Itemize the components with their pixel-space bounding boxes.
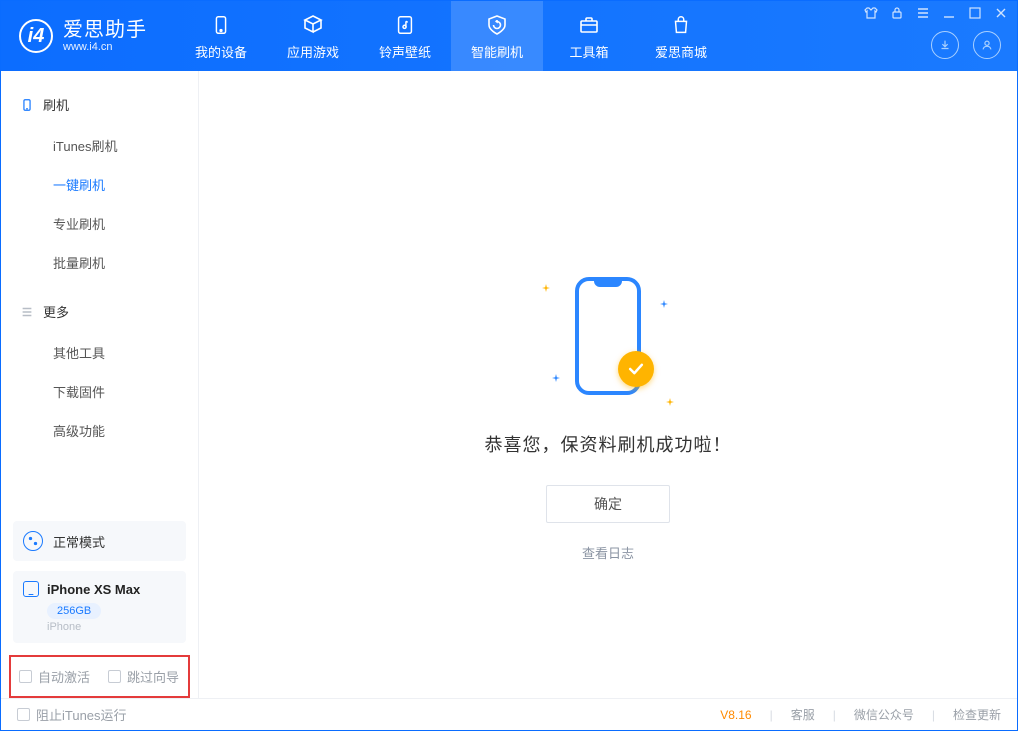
nav-label: 智能刷机	[471, 42, 523, 61]
support-link[interactable]: 客服	[791, 706, 815, 723]
ok-button[interactable]: 确定	[546, 485, 670, 523]
device-panels: 正常模式 iPhone XS Max 256GB iPhone	[1, 521, 198, 651]
checkbox-label: 阻止iTunes运行	[36, 705, 127, 724]
toolbox-icon	[576, 12, 602, 38]
sparkle-icon	[666, 393, 674, 401]
brand-text: 爱思助手 www.i4.cn	[63, 19, 147, 53]
version-label: V8.16	[720, 708, 751, 722]
cube-icon	[300, 12, 326, 38]
nav-toolbox[interactable]: 工具箱	[543, 1, 635, 71]
checkbox-auto-activate[interactable]: 自动激活	[19, 667, 90, 686]
menu-icon[interactable]	[915, 5, 931, 21]
sparkle-icon	[552, 369, 560, 377]
sparkle-icon	[660, 295, 668, 303]
sidebar-list-more: 其他工具 下载固件 高级功能	[1, 327, 198, 464]
check-update-link[interactable]: 检查更新	[953, 706, 1001, 723]
brand-url: www.i4.cn	[63, 41, 147, 53]
sidebar-group-title: 更多	[43, 302, 69, 321]
checkbox-block-itunes[interactable]: 阻止iTunes运行	[17, 705, 127, 724]
success-illustration	[518, 261, 698, 411]
sidebar-item-oneclick-flash[interactable]: 一键刷机	[1, 165, 198, 204]
nav-smart-flash[interactable]: 智能刷机	[451, 1, 543, 71]
view-log-link[interactable]: 查看日志	[582, 543, 634, 562]
nav-apps-games[interactable]: 应用游戏	[267, 1, 359, 71]
checkbox-box-icon	[17, 708, 30, 721]
statusbar: 阻止iTunes运行 V8.16 | 客服 | 微信公众号 | 检查更新	[1, 698, 1017, 730]
sidebar-list-flash: iTunes刷机 一键刷机 专业刷机 批量刷机	[1, 120, 198, 296]
check-badge-icon	[618, 351, 654, 387]
sidebar-group-more[interactable]: 更多	[1, 296, 198, 327]
main-content: 恭喜您，保资料刷机成功啦！ 确定 查看日志	[199, 71, 1017, 698]
sidebar-item-download-firmware[interactable]: 下载固件	[1, 372, 198, 411]
checkbox-box-icon	[108, 670, 121, 683]
sidebar-item-pro-flash[interactable]: 专业刷机	[1, 204, 198, 243]
wechat-link[interactable]: 微信公众号	[854, 706, 914, 723]
refresh-shield-icon	[484, 12, 510, 38]
divider: |	[833, 708, 836, 722]
device-mode-panel[interactable]: 正常模式	[13, 521, 186, 561]
lock-icon[interactable]	[889, 5, 905, 21]
mode-icon	[23, 531, 43, 551]
checkbox-box-icon	[19, 670, 32, 683]
sidebar-item-itunes-flash[interactable]: iTunes刷机	[1, 126, 198, 165]
device-phone-icon	[23, 581, 39, 597]
divider: |	[932, 708, 935, 722]
nav-label: 爱思商城	[655, 42, 707, 61]
music-file-icon	[392, 12, 418, 38]
nav-ringtones-wallpapers[interactable]: 铃声壁纸	[359, 1, 451, 71]
checkbox-label: 自动激活	[38, 667, 90, 686]
nav-label: 铃声壁纸	[379, 42, 431, 61]
minimize-button[interactable]	[941, 5, 957, 21]
body: 刷机 iTunes刷机 一键刷机 专业刷机 批量刷机 更多 其他工具 下载固件 …	[1, 71, 1017, 698]
account-button[interactable]	[973, 31, 1001, 59]
statusbar-right: V8.16 | 客服 | 微信公众号 | 检查更新	[720, 706, 1001, 723]
window-controls	[863, 5, 1009, 21]
sidebar-item-batch-flash[interactable]: 批量刷机	[1, 243, 198, 282]
divider: |	[770, 708, 773, 722]
device-name: iPhone XS Max	[47, 582, 140, 597]
sidebar-item-advanced[interactable]: 高级功能	[1, 411, 198, 450]
sidebar-group-title: 刷机	[43, 95, 69, 114]
bag-icon	[668, 12, 694, 38]
device-type: iPhone	[47, 621, 176, 633]
maximize-button[interactable]	[967, 5, 983, 21]
sidebar-group-flash[interactable]: 刷机	[1, 89, 198, 120]
sidebar: 刷机 iTunes刷机 一键刷机 专业刷机 批量刷机 更多 其他工具 下载固件 …	[1, 71, 199, 698]
list-icon	[19, 304, 35, 320]
sparkle-icon	[542, 279, 550, 287]
device-small-icon	[19, 97, 35, 113]
phone-icon	[208, 12, 234, 38]
checkbox-skip-guide[interactable]: 跳过向导	[108, 667, 179, 686]
top-nav: 我的设备 应用游戏 铃声壁纸 智能刷机 工具箱 爱思商城	[175, 1, 727, 71]
options-highlight-box: 自动激活 跳过向导	[9, 655, 190, 698]
app-window: i4 爱思助手 www.i4.cn 我的设备 应用游戏 铃声壁纸 智能刷机	[0, 0, 1018, 731]
brand: i4 爱思助手 www.i4.cn	[19, 19, 147, 53]
nav-store[interactable]: 爱思商城	[635, 1, 727, 71]
result-title: 恭喜您，保资料刷机成功啦！	[485, 431, 732, 457]
brand-logo-icon: i4	[19, 19, 53, 53]
tshirt-icon[interactable]	[863, 5, 879, 21]
close-button[interactable]	[993, 5, 1009, 21]
sidebar-item-other-tools[interactable]: 其他工具	[1, 333, 198, 372]
nav-my-device[interactable]: 我的设备	[175, 1, 267, 71]
device-capacity-badge: 256GB	[47, 603, 101, 619]
device-info-panel[interactable]: iPhone XS Max 256GB iPhone	[13, 571, 186, 643]
device-mode-label: 正常模式	[53, 532, 105, 551]
flash-result: 恭喜您，保资料刷机成功啦！ 确定 查看日志	[485, 261, 732, 562]
titlebar-right	[931, 31, 1001, 59]
nav-label: 工具箱	[569, 42, 608, 61]
brand-name: 爱思助手	[63, 19, 147, 41]
download-button[interactable]	[931, 31, 959, 59]
titlebar: i4 爱思助手 www.i4.cn 我的设备 应用游戏 铃声壁纸 智能刷机	[1, 1, 1017, 71]
checkbox-label: 跳过向导	[127, 667, 179, 686]
nav-label: 我的设备	[195, 42, 247, 61]
nav-label: 应用游戏	[287, 42, 339, 61]
